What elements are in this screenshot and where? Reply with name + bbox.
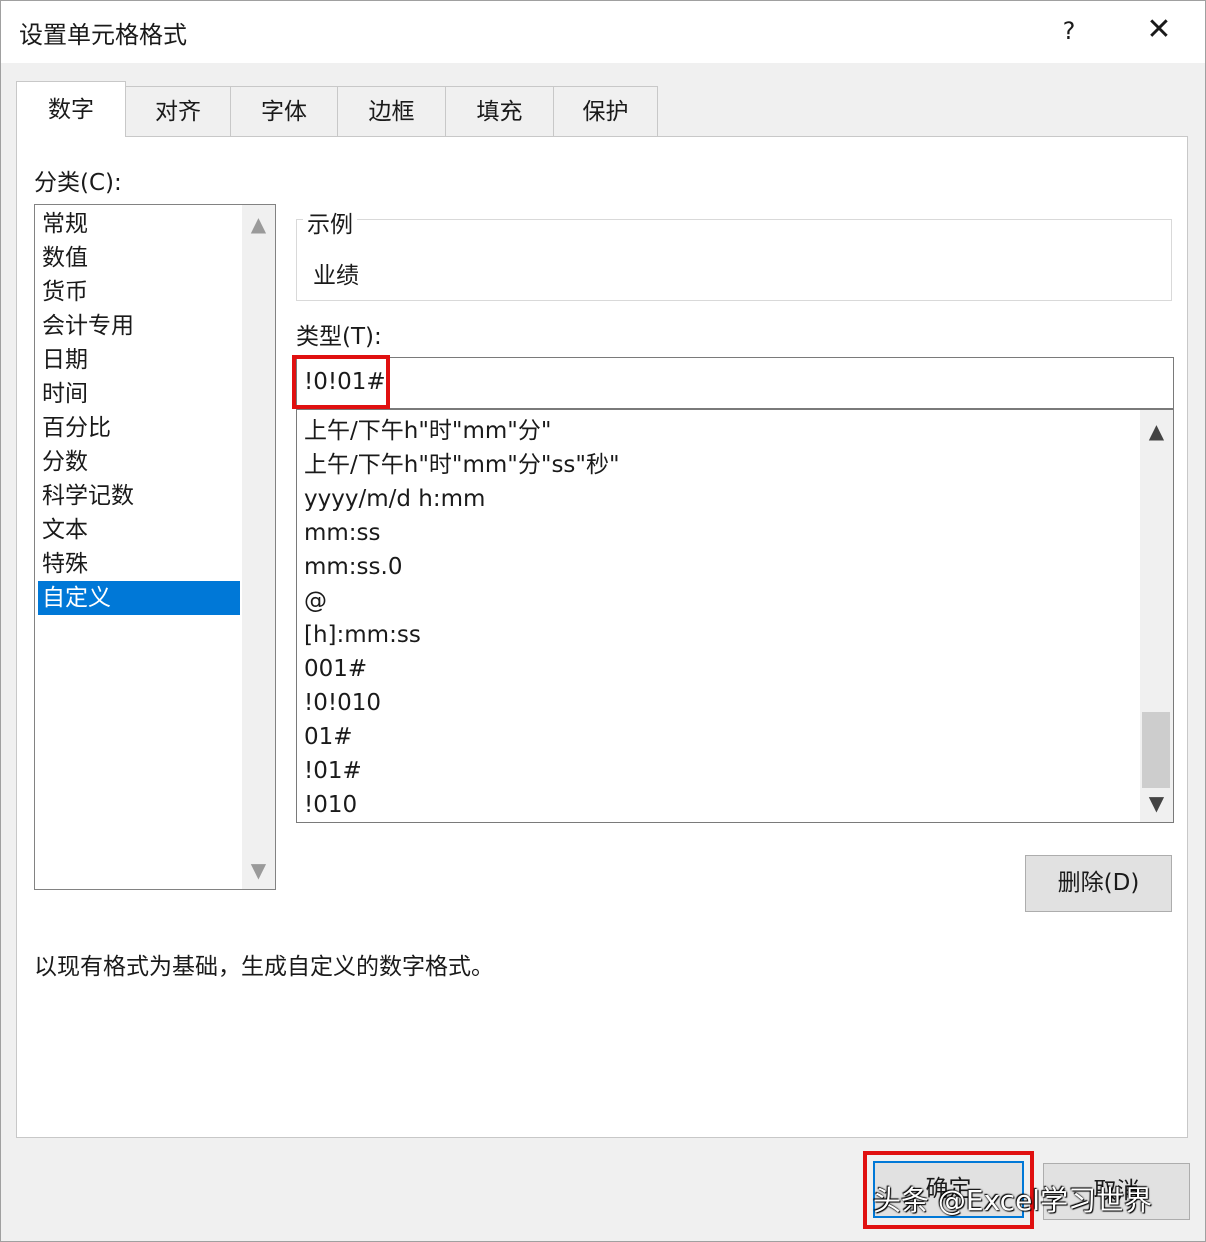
category-item-text[interactable]: 文本 xyxy=(38,513,240,547)
description-text: 以现有格式为基础，生成自定义的数字格式。 xyxy=(34,954,494,980)
format-item[interactable]: mm:ss xyxy=(304,516,381,550)
chevron-down-icon[interactable]: ▼ xyxy=(242,855,275,885)
category-item-percentage[interactable]: 百分比 xyxy=(38,411,240,445)
category-item-fraction[interactable]: 分数 xyxy=(38,445,240,479)
chevron-up-icon[interactable]: ▲ xyxy=(1140,416,1173,446)
title-bar: 设置单元格格式 ? ✕ xyxy=(1,1,1205,63)
chevron-up-icon[interactable]: ▲ xyxy=(242,209,275,239)
format-item[interactable]: @ xyxy=(304,584,327,618)
sample-legend: 示例 xyxy=(303,205,357,239)
format-item[interactable]: !010 xyxy=(304,788,357,822)
tab-font[interactable]: 字体 xyxy=(230,86,338,136)
category-list[interactable]: 常规 数值 货币 会计专用 日期 时间 百分比 分数 科学记数 文本 特殊 自定… xyxy=(34,204,276,890)
category-item-time[interactable]: 时间 xyxy=(38,377,240,411)
tab-alignment[interactable]: 对齐 xyxy=(125,86,231,136)
category-item-accounting[interactable]: 会计专用 xyxy=(38,309,240,343)
format-item[interactable]: !0!010 xyxy=(304,686,381,720)
help-button[interactable]: ? xyxy=(1047,9,1091,53)
format-item[interactable]: yyyy/m/d h:mm xyxy=(304,482,485,516)
chevron-down-icon[interactable]: ▼ xyxy=(1140,788,1173,818)
format-item[interactable]: 上午/下午h"时"mm"分" xyxy=(304,414,551,448)
category-item-date[interactable]: 日期 xyxy=(38,343,240,377)
category-scrollbar[interactable]: ▲ ▼ xyxy=(242,205,275,889)
format-item[interactable]: !01# xyxy=(304,754,362,788)
delete-button[interactable]: 删除(D) xyxy=(1025,855,1172,912)
category-label: 分类(C): xyxy=(34,170,122,196)
format-item[interactable]: 01# xyxy=(304,720,353,754)
format-item[interactable]: 001# xyxy=(304,652,367,686)
highlight-type-value xyxy=(292,355,390,409)
format-item[interactable]: [h]:mm:ss xyxy=(304,618,421,652)
category-item-scientific[interactable]: 科学记数 xyxy=(38,479,240,513)
category-item-general[interactable]: 常规 xyxy=(38,207,240,241)
tab-border[interactable]: 边框 xyxy=(337,86,446,136)
format-cells-dialog: 设置单元格格式 ? ✕ 数字 对齐 字体 边框 填充 保护 分类(C): 常规 … xyxy=(0,0,1206,1242)
category-item-custom[interactable]: 自定义 xyxy=(38,581,240,615)
scrollbar-thumb[interactable] xyxy=(1142,712,1170,788)
category-item-number[interactable]: 数值 xyxy=(38,241,240,275)
tab-protection[interactable]: 保护 xyxy=(553,86,658,136)
watermark: 头条 @Excel学习世界 xyxy=(873,1184,1153,1217)
type-label: 类型(T): xyxy=(296,324,382,350)
close-button[interactable]: ✕ xyxy=(1137,9,1181,53)
category-item-currency[interactable]: 货币 xyxy=(38,275,240,309)
category-item-special[interactable]: 特殊 xyxy=(38,547,240,581)
format-item[interactable]: mm:ss.0 xyxy=(304,550,402,584)
sample-value: 业绩 xyxy=(313,263,359,289)
type-input[interactable]: !0!01# xyxy=(296,357,1174,409)
format-scrollbar[interactable]: ▲ ▼ xyxy=(1140,410,1173,822)
format-item[interactable]: 上午/下午h"时"mm"分"ss"秒" xyxy=(304,448,620,482)
format-list[interactable]: 上午/下午h"时"mm"分" 上午/下午h"时"mm"分"ss"秒" yyyy/… xyxy=(296,409,1174,823)
tab-fill[interactable]: 填充 xyxy=(445,86,554,136)
dialog-title: 设置单元格格式 xyxy=(19,21,187,49)
tab-number[interactable]: 数字 xyxy=(16,81,126,137)
sample-group xyxy=(296,219,1172,301)
